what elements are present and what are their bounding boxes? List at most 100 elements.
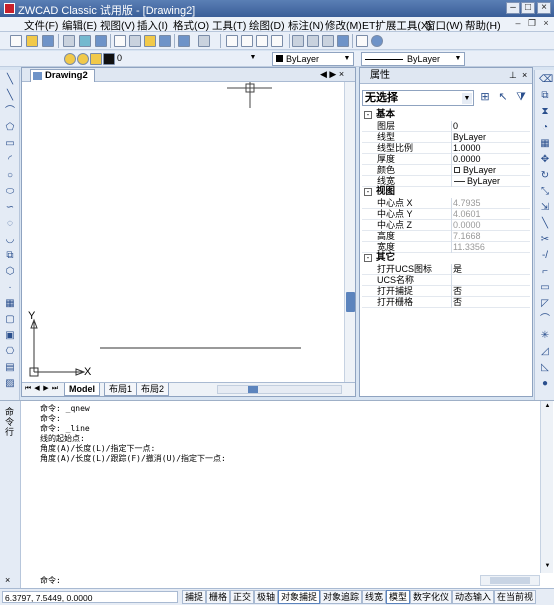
toggle-pickadd-icon[interactable]: ⊞ [478,90,492,104]
lengthen-tool-icon[interactable]: ╲ [539,218,551,230]
collapse-icon[interactable]: - [364,254,372,262]
menu-insert[interactable]: 插入(I) [137,18,168,33]
rectangle-tool-icon[interactable]: ▭ [4,138,16,150]
property-row[interactable]: 颜色 ByLayer [362,165,530,176]
chevron-down-icon[interactable]: ▼ [342,54,352,64]
save-icon[interactable] [42,35,54,47]
stretch-tool-icon[interactable]: ⇲ [539,202,551,214]
hatch-tool-icon[interactable]: ▦ [4,298,16,310]
property-row[interactable]: 图层 0 [362,121,530,132]
ortho-toggle[interactable]: 正交 [230,590,255,604]
last-tab-icon[interactable]: ⏭ [51,384,59,394]
circle-tool-icon[interactable]: ○ [4,170,16,182]
menu-window[interactable]: 窗口(W) [425,18,463,33]
properties-sphere-icon[interactable]: ● [539,378,551,390]
cut-icon[interactable] [114,35,126,47]
property-row[interactable]: 高度 7.1668 [362,231,530,242]
property-row[interactable]: 中心点 Y 4.0601 [362,209,530,220]
category-basic[interactable]: - 基本 [362,110,530,121]
collapse-icon[interactable]: - [364,111,372,119]
scale-tool-icon[interactable]: ⤡ [539,186,551,198]
rotate-tool-icon[interactable]: ↻ [539,170,551,182]
layer-on-bulb-icon[interactable] [64,53,76,65]
layer-unlock-icon[interactable] [90,53,102,65]
drawing-horizontal-scrollbar[interactable] [217,385,342,394]
command-horizontal-scrollbar[interactable] [480,575,540,586]
mdi-restore-icon[interactable]: ❐ [527,19,537,29]
selection-combo[interactable]: 无选择 ▼ [362,90,474,106]
properties-palette-icon[interactable] [292,35,304,47]
menu-file[interactable]: 文件(F) [24,18,58,33]
property-row[interactable]: 线型比例 1.0000 [362,143,530,154]
extend-tool-icon[interactable]: -/ [539,250,551,262]
tab-layout1[interactable]: 布局1 [104,383,138,396]
current-view-button[interactable]: 在当前视 [494,590,537,604]
color-combo[interactable]: ByLayer ▼ [272,52,354,66]
redo-icon[interactable] [198,35,210,47]
coordinates-readout[interactable]: 6.3797, 7.5449, 0.0000 [2,591,178,603]
explode-tool-icon[interactable]: ✳ [539,330,551,342]
command-close-icon[interactable]: × [5,575,10,585]
document-tab-drawing2[interactable]: Drawing2 [30,69,95,82]
copy-icon[interactable] [129,35,141,47]
palette-close-icon[interactable]: × [522,68,527,83]
linetype-combo[interactable]: ByLayer ▼ [361,52,465,66]
ellipse-arc-tool-icon[interactable]: ◡ [4,234,16,246]
offset-tool-icon[interactable]: ◔ [539,122,551,134]
new-file-icon[interactable] [10,35,22,47]
menu-edit[interactable]: 编辑(E) [62,18,97,33]
property-row[interactable]: 打开捕捉否 [362,286,530,297]
quick-select-filter-icon[interactable]: ⧩ [514,90,528,104]
minimize-button[interactable]: – [506,2,520,14]
menu-modify[interactable]: 修改(M) [325,18,362,33]
tab-layout2[interactable]: 布局2 [136,383,170,396]
property-row[interactable]: 线型 ByLayer [362,132,530,143]
zoom-window-icon[interactable] [256,35,268,47]
close-button[interactable]: × [537,2,551,14]
scroll-down-icon[interactable]: ▼ [543,562,552,571]
fillet-tool-icon[interactable]: ⌒ [539,314,551,326]
xline-tool-icon[interactable]: ╲ [4,90,16,102]
chevron-down-icon[interactable]: ▼ [462,93,472,104]
spline-tool-icon[interactable]: ◌ [4,218,16,230]
tab-scroll-controls[interactable]: ◀ ▶ × [320,69,344,80]
lineweight-toggle[interactable]: 线宽 [362,590,387,604]
design-center-icon[interactable] [307,35,319,47]
help-icon[interactable] [371,35,383,47]
mdi-close-icon[interactable]: × [541,19,551,29]
vertical-scroll-thumb[interactable] [346,292,355,312]
otrack-toggle[interactable]: 对象追踪 [320,590,363,604]
polygon-tool-icon[interactable]: ⬠ [4,122,16,134]
menu-help[interactable]: 帮助(H) [465,18,501,33]
line-tool-icon[interactable]: ╲ [4,74,16,86]
property-row[interactable]: 中心点 Z 0.0000 [362,220,530,231]
first-tab-icon[interactable]: ⏮ [24,384,32,394]
prev-tab-icon[interactable]: ◀ [33,384,41,394]
open-folder-icon[interactable] [26,35,38,47]
sheet-set-icon[interactable] [337,35,349,47]
break-tool-icon[interactable]: ⌐ [539,266,551,278]
print-preview-icon[interactable] [79,35,91,47]
grid-toggle[interactable]: 栅格 [206,590,231,604]
menu-format[interactable]: 格式(O) [173,18,209,33]
pan-hand-icon[interactable] [226,35,238,47]
match-properties-icon[interactable] [159,35,171,47]
copy-object-icon[interactable]: ⧉ [539,90,551,102]
point-tool-icon[interactable]: · [4,282,16,294]
join-tool-icon[interactable]: ▭ [539,282,551,294]
revcloud-tool-icon[interactable]: ∽ [4,202,16,214]
divide-tool-icon[interactable]: ◺ [539,362,551,374]
zoom-previous-icon[interactable] [271,35,283,47]
drawing-vertical-scrollbar[interactable] [344,82,355,382]
property-row[interactable]: 厚度 0.0000 [362,154,530,165]
osnap-toggle[interactable]: 对象捕捉 [278,590,321,604]
trim-tool-icon[interactable]: ✂ [539,234,551,246]
layer-thaw-sun-icon[interactable] [77,53,89,65]
property-row[interactable]: UCS名称 [362,275,530,286]
command-vertical-scrollbar[interactable]: ▲ ▼ [540,401,553,573]
next-tab-icon[interactable]: ▶ [42,384,50,394]
chevron-down-icon[interactable]: ▼ [453,54,463,64]
horizontal-scroll-thumb[interactable] [490,577,530,584]
select-objects-icon[interactable]: ↖ [496,90,510,104]
maximize-button[interactable]: □ [521,2,535,14]
